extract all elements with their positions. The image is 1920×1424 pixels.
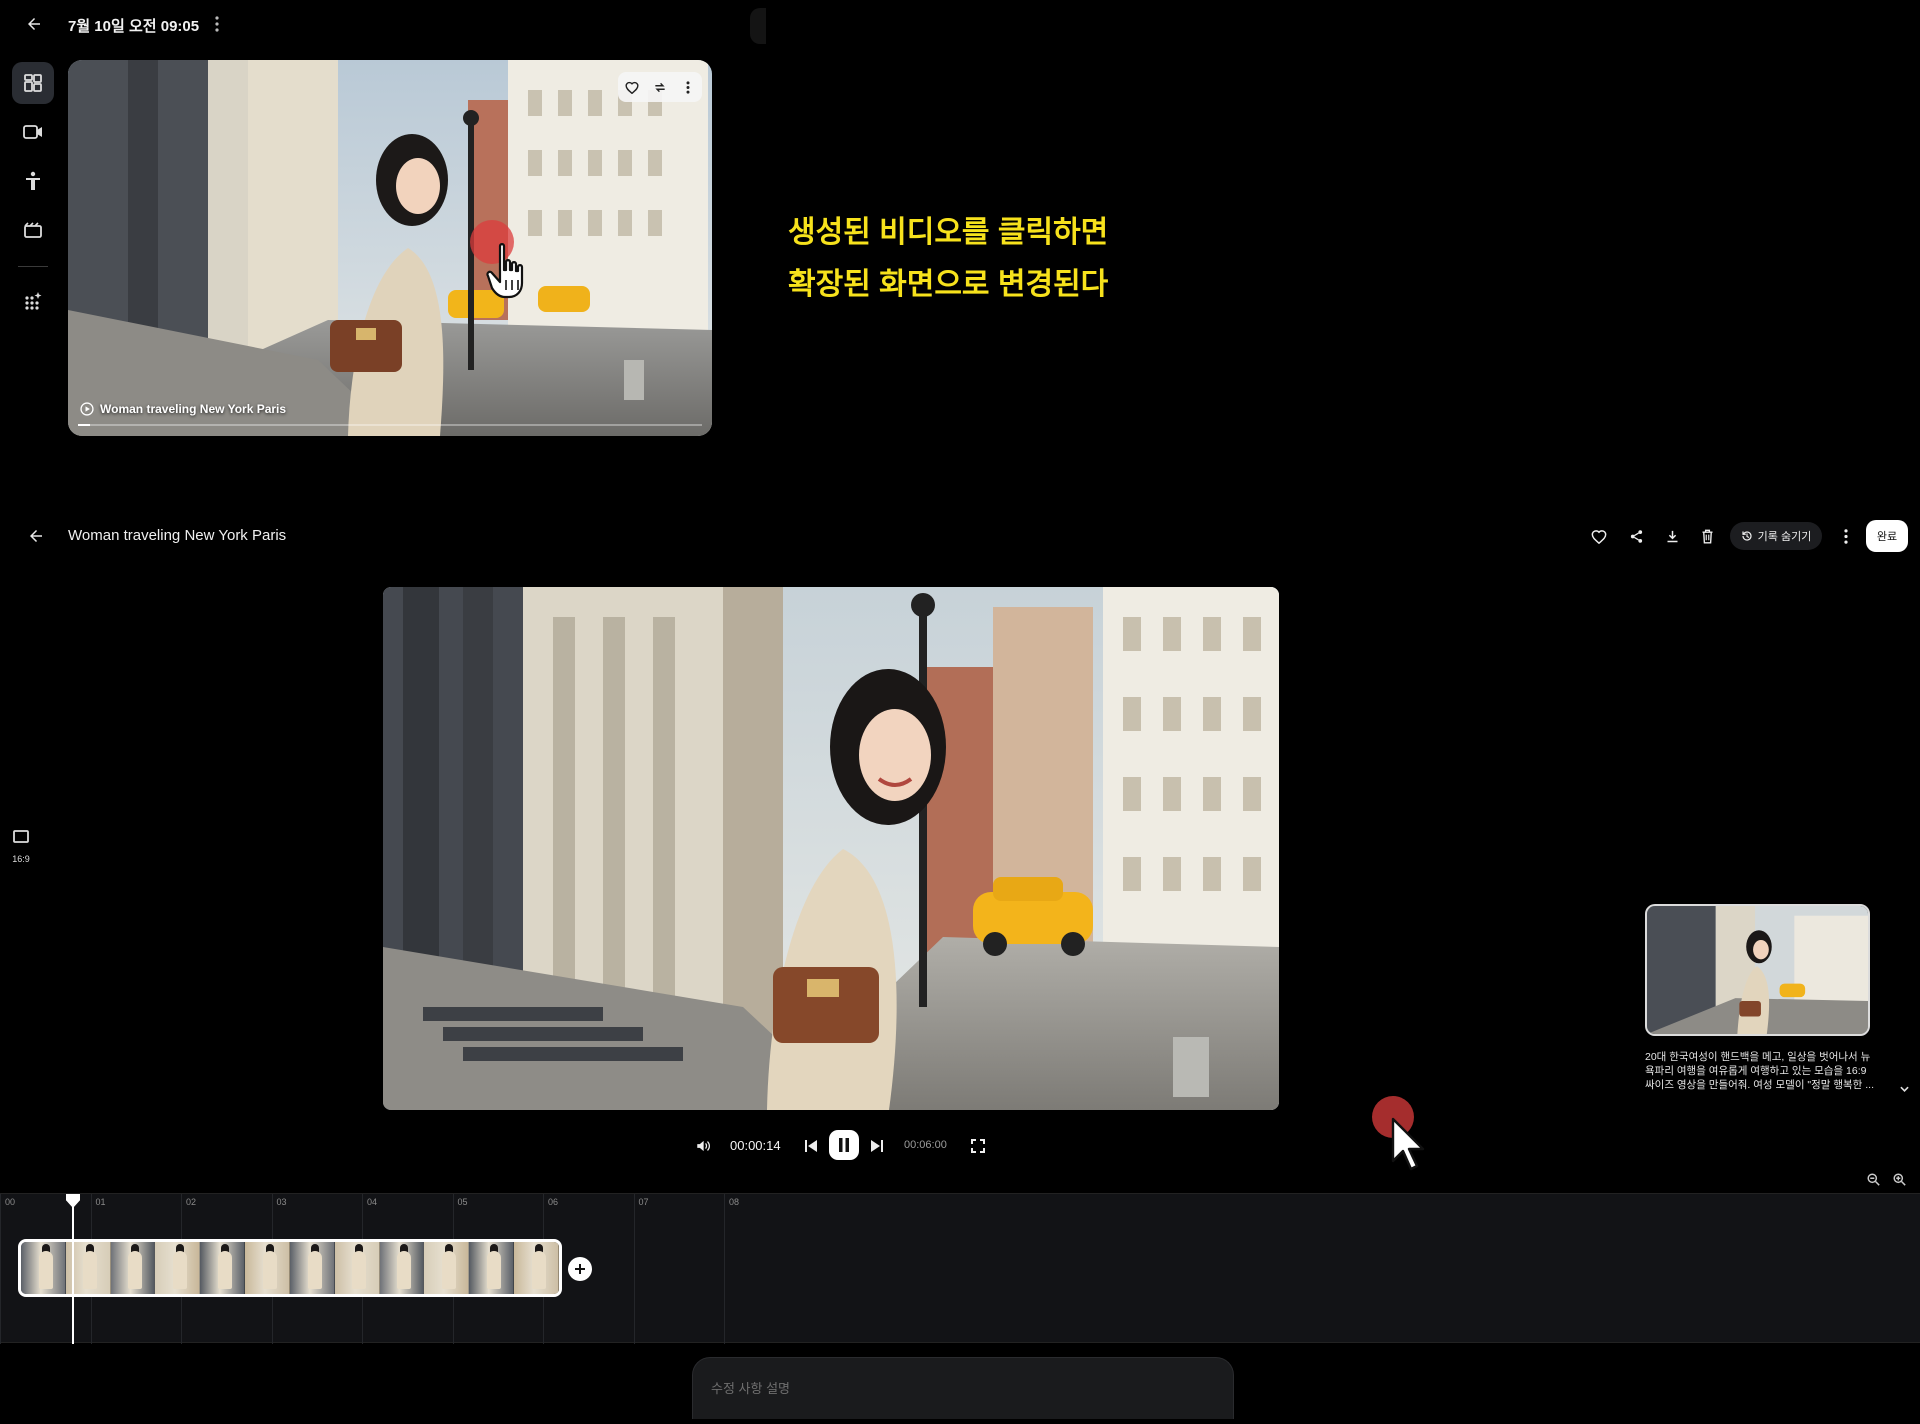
timeline-tick-label: 01 bbox=[95, 1197, 106, 1207]
clip-frame bbox=[200, 1242, 246, 1294]
zoom-out-icon[interactable] bbox=[1864, 1170, 1882, 1188]
playhead-handle[interactable] bbox=[66, 1194, 80, 1208]
video-thumbnail-card[interactable]: Woman traveling New York Paris bbox=[68, 60, 712, 436]
clapperboard-icon[interactable] bbox=[12, 209, 54, 251]
clip-frame bbox=[155, 1242, 201, 1294]
gallery-header: 7월 10일 오전 09:05 bbox=[0, 0, 760, 48]
timeline-tick-label: 03 bbox=[276, 1197, 287, 1207]
chevron-down-icon[interactable] bbox=[1897, 1082, 1911, 1096]
thumbnail-title-text: Woman traveling New York Paris bbox=[100, 402, 287, 416]
history-prompt: 20대 한국여성이 핸드백을 메고, 일상을 벗어나서 뉴욕파리 여행을 여유롭… bbox=[1645, 1050, 1885, 1092]
history-prompt-text: 20대 한국여성이 핸드백을 메고, 일상을 벗어나서 뉴욕파리 여행을 여유롭… bbox=[1645, 1051, 1875, 1091]
clip-frame bbox=[334, 1242, 380, 1294]
main-video-frame bbox=[383, 587, 1279, 1110]
annotation-text: 생성된 비디오를 클릭하면 확장된 화면으로 변경된다 bbox=[788, 207, 1108, 311]
clip-frame bbox=[424, 1242, 470, 1294]
aspect-ratio-label: 16:9 bbox=[12, 854, 30, 864]
apps-sparkle-icon[interactable] bbox=[12, 280, 54, 322]
timeline-tick: 00 bbox=[0, 1194, 15, 1344]
left-rail bbox=[0, 56, 66, 326]
timeline-tick-label: 07 bbox=[638, 1197, 649, 1207]
rail-divider bbox=[18, 266, 48, 267]
person-icon[interactable] bbox=[12, 160, 54, 202]
arrow-cursor-icon bbox=[1391, 1117, 1425, 1171]
timeline-tick-label: 02 bbox=[186, 1197, 197, 1207]
timeline-tick-label: 04 bbox=[367, 1197, 378, 1207]
plus-icon bbox=[575, 1264, 585, 1274]
total-duration: 00:06:00 bbox=[904, 1139, 947, 1151]
done-button[interactable]: 완료 bbox=[1866, 520, 1908, 552]
hide-history-button[interactable]: 기록 숨기기 bbox=[1730, 522, 1822, 550]
back-arrow-icon[interactable] bbox=[22, 524, 50, 548]
clip-frame bbox=[379, 1242, 425, 1294]
heart-icon[interactable] bbox=[621, 76, 643, 98]
clip-frame bbox=[469, 1242, 515, 1294]
thumbnail-title: Woman traveling New York Paris bbox=[80, 402, 286, 416]
history-icon bbox=[1742, 531, 1752, 541]
clip-frame bbox=[289, 1242, 335, 1294]
timeline[interactable]: 00 01 02 03 04 05 06 07 08 bbox=[0, 1193, 1920, 1344]
playhead[interactable] bbox=[72, 1194, 74, 1344]
thumbnail-progress-track bbox=[78, 424, 702, 426]
clip-frame bbox=[21, 1242, 66, 1294]
skip-previous-icon[interactable] bbox=[800, 1136, 822, 1156]
collapsed-panel-tab[interactable] bbox=[750, 8, 766, 44]
history-thumbnail-card[interactable] bbox=[1645, 904, 1870, 1036]
add-clip-button[interactable] bbox=[568, 1257, 592, 1281]
more-vert-icon[interactable] bbox=[207, 12, 227, 36]
thumbnail-progress-fill bbox=[78, 424, 91, 426]
zoom-in-icon[interactable] bbox=[1890, 1170, 1908, 1188]
aspect-ratio-icon bbox=[13, 830, 29, 843]
hand-cursor-icon bbox=[486, 243, 524, 299]
hide-history-label: 기록 숨기기 bbox=[1757, 531, 1812, 543]
timeline-tick: 07 bbox=[633, 1194, 649, 1344]
fullscreen-icon[interactable] bbox=[967, 1136, 989, 1156]
play-circle-icon bbox=[80, 402, 94, 416]
delete-trash-icon[interactable] bbox=[1693, 523, 1721, 549]
timeline-tick-label: 08 bbox=[729, 1197, 740, 1207]
annotation-line-1: 생성된 비디오를 클릭하면 bbox=[788, 216, 1109, 249]
clip-frame bbox=[245, 1242, 290, 1294]
more-vert-icon[interactable] bbox=[1832, 523, 1860, 549]
video-camera-icon[interactable] bbox=[12, 111, 54, 153]
editor-title: Woman traveling New York Paris bbox=[68, 527, 287, 544]
pause-icon bbox=[839, 1138, 849, 1152]
clip-frame bbox=[514, 1242, 559, 1294]
share-icon[interactable] bbox=[1622, 523, 1650, 549]
current-time: 00:00:14 bbox=[730, 1138, 781, 1153]
edit-description-input[interactable] bbox=[692, 1357, 1234, 1419]
clip-frame bbox=[110, 1242, 156, 1294]
session-date: 7월 10일 오전 09:05 bbox=[68, 18, 200, 35]
reuse-prompt-icon[interactable] bbox=[649, 76, 671, 98]
timeline-tick-label: 05 bbox=[457, 1197, 468, 1207]
favorite-heart-icon[interactable] bbox=[1585, 523, 1613, 549]
annotation-line-2: 확장된 화면으로 변경된다 bbox=[788, 268, 1109, 301]
pause-button[interactable] bbox=[829, 1130, 859, 1160]
more-vert-icon[interactable] bbox=[677, 76, 699, 98]
video-thumbnail-image bbox=[68, 60, 712, 436]
volume-icon[interactable] bbox=[692, 1136, 714, 1156]
timeline-tick-label: 00 bbox=[5, 1197, 16, 1207]
thumbnail-actions bbox=[618, 72, 702, 102]
aspect-ratio-selector[interactable]: 16:9 bbox=[10, 830, 32, 864]
timeline-tick: 08 bbox=[724, 1194, 739, 1344]
grid-view-icon[interactable] bbox=[12, 62, 54, 104]
main-video-player[interactable] bbox=[383, 587, 1279, 1110]
video-clip-strip[interactable] bbox=[18, 1239, 562, 1297]
history-thumbnail-image bbox=[1647, 906, 1868, 1034]
download-icon[interactable] bbox=[1658, 523, 1686, 549]
back-arrow-icon[interactable] bbox=[20, 12, 48, 36]
skip-next-icon[interactable] bbox=[866, 1136, 888, 1156]
timeline-tick-label: 06 bbox=[548, 1197, 559, 1207]
